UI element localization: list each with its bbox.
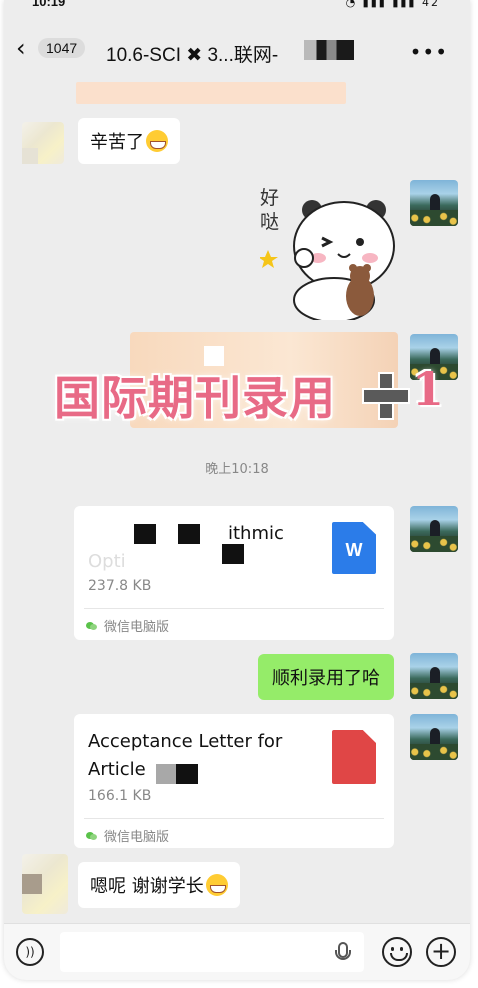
file-name-line2: Opti <box>88 551 126 572</box>
avatar-flowers <box>410 210 458 226</box>
voice-icon[interactable]: )) <box>16 938 44 966</box>
grin-emoji-icon <box>146 130 168 152</box>
file-name-line2: Article <box>88 759 146 780</box>
plus-icon[interactable]: + <box>426 937 456 967</box>
previous-message-fragment <box>76 82 346 104</box>
status-bar: 10:19 ◔ ▮▮▮ ▮▮▮ 42 <box>4 0 470 16</box>
sticker-message[interactable]: 好哒 <box>260 180 400 320</box>
avatar-self[interactable] <box>410 180 458 226</box>
file-message-pdf[interactable]: Acceptance Letter for Article 166.1 KB 微… <box>74 714 394 848</box>
chat-title: 10.6-SCI ✖ 3...联网- <box>106 45 279 66</box>
file-name: Acceptance Letter for Article <box>88 728 318 784</box>
file-size: 166.1 KB <box>88 788 152 804</box>
avatar-flowers <box>410 744 458 760</box>
acceptance-stamp-text: 国际期刊录用 <box>54 371 336 425</box>
unread-count-badge: 1047 <box>38 38 86 58</box>
wechat-pc-icon <box>86 830 98 842</box>
avatar-self[interactable] <box>410 714 458 760</box>
redaction-block <box>134 524 156 544</box>
redaction-block <box>176 764 198 784</box>
plus-stamp-icon <box>360 370 410 420</box>
file-name-line1: ithmic <box>228 523 284 544</box>
battery-level: 42 <box>422 0 440 9</box>
grin-emoji-icon <box>205 874 228 896</box>
avatar-sender[interactable] <box>22 854 68 914</box>
message-bubble-received[interactable]: 辛苦了 <box>78 118 180 164</box>
redaction-block <box>178 524 200 544</box>
chat-header: ‹ 1047 10.6-SCI ✖ 3...联网- ••• <box>4 30 470 76</box>
file-divider <box>84 818 384 819</box>
file-source: 微信电脑版 <box>86 826 169 845</box>
file-message-word[interactable]: ithmic Opti 237.8 KB W 微信电脑版 <box>74 506 394 640</box>
avatar-flowers <box>410 536 458 552</box>
chevron-left-icon: ‹ <box>16 34 26 62</box>
more-dots-icon[interactable]: ••• <box>410 40 448 64</box>
emoji-icon[interactable] <box>382 937 412 967</box>
file-name: ithmic Opti <box>88 520 318 576</box>
file-source-label: 微信电脑版 <box>104 830 170 845</box>
message-input[interactable] <box>60 932 364 972</box>
message-bubble-received[interactable]: 嗯呢 谢谢学长 <box>78 862 240 908</box>
stamp-suffix: 1 <box>412 362 445 416</box>
message-list[interactable]: 辛苦了 好哒 国际期刊录用 1 晚上10:18 ithmic Opti 237.… <box>4 76 470 926</box>
file-name-line1: Acceptance Letter for <box>88 731 283 752</box>
word-file-icon: W <box>332 522 376 574</box>
back-button[interactable]: ‹ 1047 <box>16 34 86 62</box>
input-bar: )) + <box>4 923 470 980</box>
chat-screen: 10:19 ◔ ▮▮▮ ▮▮▮ 42 ‹ 1047 10.6-SCI ✖ 3..… <box>4 0 470 980</box>
redaction-block <box>222 544 244 564</box>
avatar-flowers <box>410 683 458 699</box>
title-redaction <box>304 40 354 60</box>
file-size: 237.8 KB <box>88 578 152 594</box>
status-time: 10:19 <box>32 0 66 9</box>
avatar-self[interactable] <box>410 653 458 699</box>
avatar-self[interactable] <box>410 506 458 552</box>
file-source-label: 微信电脑版 <box>104 620 170 635</box>
avatar-sender[interactable] <box>22 122 64 164</box>
message-text: 嗯呢 谢谢学长 <box>90 876 204 897</box>
file-divider <box>84 608 384 609</box>
message-text: 辛苦了 <box>90 132 144 153</box>
redaction-block <box>156 764 176 784</box>
status-icons: ◔ ▮▮▮ ▮▮▮ 42 <box>346 0 440 9</box>
message-bubble-sent[interactable]: 顺利录用了哈 <box>258 654 394 700</box>
wechat-pc-icon <box>86 620 98 632</box>
time-divider: 晚上10:18 <box>205 462 269 477</box>
pdf-file-icon <box>332 730 376 784</box>
bear-sticker-image <box>260 200 395 320</box>
file-source: 微信电脑版 <box>86 616 169 635</box>
